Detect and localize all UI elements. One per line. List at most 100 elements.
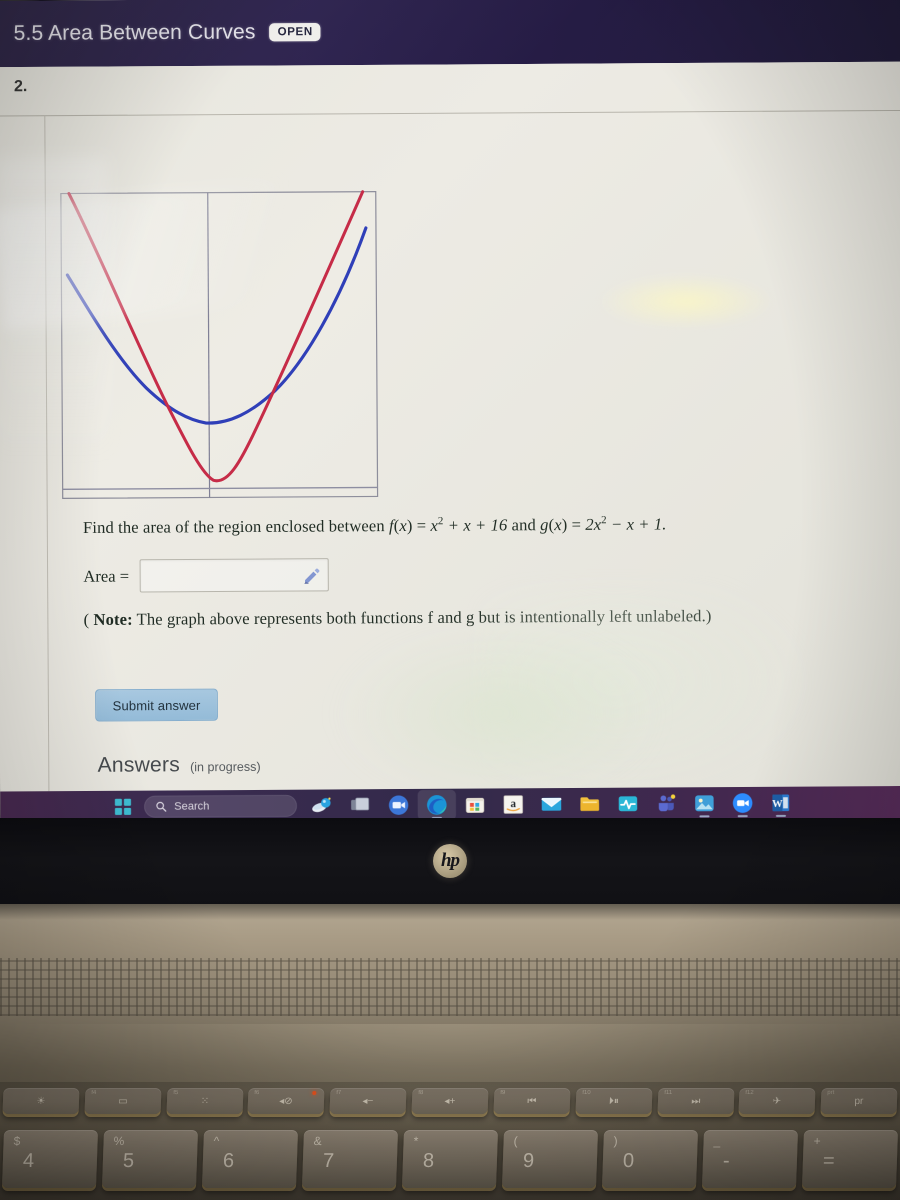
function-key-glyph: ⏭ <box>690 1095 701 1107</box>
key-shift-label: $ <box>13 1134 21 1148</box>
function-key-f8[interactable]: f8 ◂+ <box>411 1088 489 1114</box>
horizontal-divider <box>0 109 900 117</box>
taskbar-teams-button[interactable] <box>647 788 685 818</box>
laptop-keyboard: ☀ f4 ▭ f5 ⁙ f6 ◂⊘ f7 ◂− f8 ◂+ f9 ⏮ f10 ⏵⏸ f11 ⏭ f12 ✈ prt pr… <box>0 1082 900 1200</box>
function-key-prt[interactable]: prt pr <box>820 1088 898 1114</box>
search-icon <box>156 801 167 812</box>
taskbar-mail-button[interactable] <box>532 789 570 819</box>
speaker-grille <box>0 958 900 1016</box>
mail-icon <box>541 797 562 811</box>
function-key-glyph: ☀ <box>36 1095 46 1107</box>
variable-x-f: x <box>399 515 407 536</box>
screen-glare-green <box>331 621 665 805</box>
submit-answer-button[interactable]: Submit answer <box>95 688 219 722</box>
function-key-f6[interactable]: f6 ◂⊘ <box>247 1088 325 1114</box>
key-shift-label: ^ <box>213 1134 220 1148</box>
function-key-label: f10 <box>581 1090 591 1096</box>
function-key-glyph: ✈ <box>772 1095 782 1107</box>
problem-number: 2. <box>13 78 28 96</box>
key-shift-label: + <box>813 1134 821 1148</box>
answers-status: (in progress) <box>190 759 261 775</box>
pencil-icon[interactable] <box>302 566 321 585</box>
function-key-k0[interactable]: ☀ <box>2 1088 80 1114</box>
function-key-label: f4 <box>90 1090 97 1096</box>
number-key-8[interactable]: * 8 <box>401 1130 499 1188</box>
number-key-=[interactable]: + = <box>801 1130 899 1188</box>
number-key-0[interactable]: ) 0 <box>601 1130 699 1188</box>
windows-logo-icon <box>114 798 132 815</box>
copilot-icon <box>312 797 331 813</box>
svg-text:a: a <box>510 798 516 810</box>
taskbar-edge-button[interactable] <box>417 789 457 821</box>
graph-svg <box>60 190 379 499</box>
function-key-glyph: ◂− <box>362 1095 374 1107</box>
note-label: Note: <box>93 609 133 629</box>
function-key-f5[interactable]: f5 ⁙ <box>166 1088 243 1114</box>
function-key-label: f7 <box>336 1090 342 1096</box>
equals-f: = <box>412 515 431 535</box>
number-key-4[interactable]: $4 <box>1 1130 99 1188</box>
key-shift-label: ) <box>613 1134 618 1148</box>
photos-icon <box>695 795 714 812</box>
hp-logo: hp <box>433 844 467 878</box>
laptop-screen: 5.5 Area Between Curves OPEN 2. Find the… <box>0 0 900 824</box>
plot-border <box>60 191 379 499</box>
app-header: 5.5 Area Between Curves OPEN <box>0 0 900 68</box>
pulse-icon <box>618 796 638 812</box>
conjunction-and: and <box>507 515 541 535</box>
key-shift-label: _ <box>713 1134 721 1148</box>
taskbar-file-explorer-button[interactable] <box>571 789 609 819</box>
key-main-label: 6 <box>222 1150 235 1172</box>
number-key--[interactable]: _ - <box>701 1130 799 1188</box>
function-key-f7[interactable]: f7 ◂− <box>329 1088 407 1114</box>
function-key-f10[interactable]: f10 ⏵⏸ <box>575 1088 652 1114</box>
camera-icon <box>388 795 409 815</box>
answers-section: Answers (in progress) <box>97 753 260 778</box>
function-key-glyph: ▭ <box>117 1095 128 1107</box>
function-key-label: prt <box>827 1090 835 1096</box>
prompt-lead: Find the area of the region enclosed bet… <box>82 516 390 537</box>
status-badge-open: OPEN <box>269 23 321 42</box>
taskbar-zoom-button[interactable] <box>723 788 761 818</box>
number-key-9[interactable]: (9 <box>501 1130 599 1188</box>
function-key-label: f12 <box>745 1090 755 1096</box>
answers-heading: Answers <box>97 753 181 777</box>
function-key-f9[interactable]: f9 ⏮ <box>493 1088 571 1114</box>
taskbar-amazon-button[interactable]: a <box>494 789 532 819</box>
function-key-glyph: ◂⊘ <box>279 1095 294 1107</box>
function-key-f11[interactable]: f11 ⏭ <box>657 1088 734 1114</box>
answer-input-wrapper[interactable] <box>139 558 329 593</box>
taskbar-photos-button[interactable] <box>685 788 723 818</box>
function-key-row: ☀ f4 ▭ f5 ⁙ f6 ◂⊘ f7 ◂− f8 ◂+ f9 ⏮ f10 ⏵⏸ f11 ⏭ f12 ✈ prt pr <box>0 1082 900 1126</box>
variable-x-g: x <box>554 514 562 535</box>
teams-icon <box>658 794 676 812</box>
note-body: The graph above represents both function… <box>132 606 712 629</box>
number-key-7[interactable]: & 7 <box>301 1130 399 1188</box>
function-graph <box>59 190 383 506</box>
amazon-icon: a <box>503 795 523 814</box>
problem-note: ( Note: The graph above represents both … <box>84 605 889 630</box>
taskbar-task-view-button[interactable] <box>341 790 379 820</box>
taskbar-word-button[interactable]: W <box>762 788 800 818</box>
task-view-icon <box>351 797 370 811</box>
key-shift-label: * <box>413 1134 419 1148</box>
number-key-5[interactable]: % 5 <box>101 1130 199 1188</box>
taskbar-camera-button[interactable] <box>379 790 417 820</box>
vertical-divider <box>44 115 50 792</box>
microsoft-store-icon <box>465 797 485 813</box>
taskbar-copilot-button[interactable] <box>303 790 341 820</box>
function-key-label: f9 <box>500 1090 506 1096</box>
zoom-active-indicator <box>737 815 748 818</box>
area-answer-input[interactable] <box>140 559 328 592</box>
taskbar-search-box[interactable]: Search <box>144 794 298 818</box>
hinge-shadow <box>0 904 900 920</box>
taskbar-store-button[interactable] <box>456 789 494 819</box>
f-body-rest: + x + 16 <box>443 515 508 535</box>
function-key-f12[interactable]: f12 ✈ <box>738 1088 816 1114</box>
number-key-6[interactable]: ^ 6 <box>201 1130 299 1188</box>
taskbar-pulse-button[interactable] <box>609 789 647 819</box>
g-body-rest: − x + 1. <box>606 514 667 534</box>
taskbar-search-label: Search <box>174 800 210 813</box>
key-main-label: 0 <box>622 1150 635 1172</box>
function-key-f4[interactable]: f4 ▭ <box>84 1088 162 1114</box>
